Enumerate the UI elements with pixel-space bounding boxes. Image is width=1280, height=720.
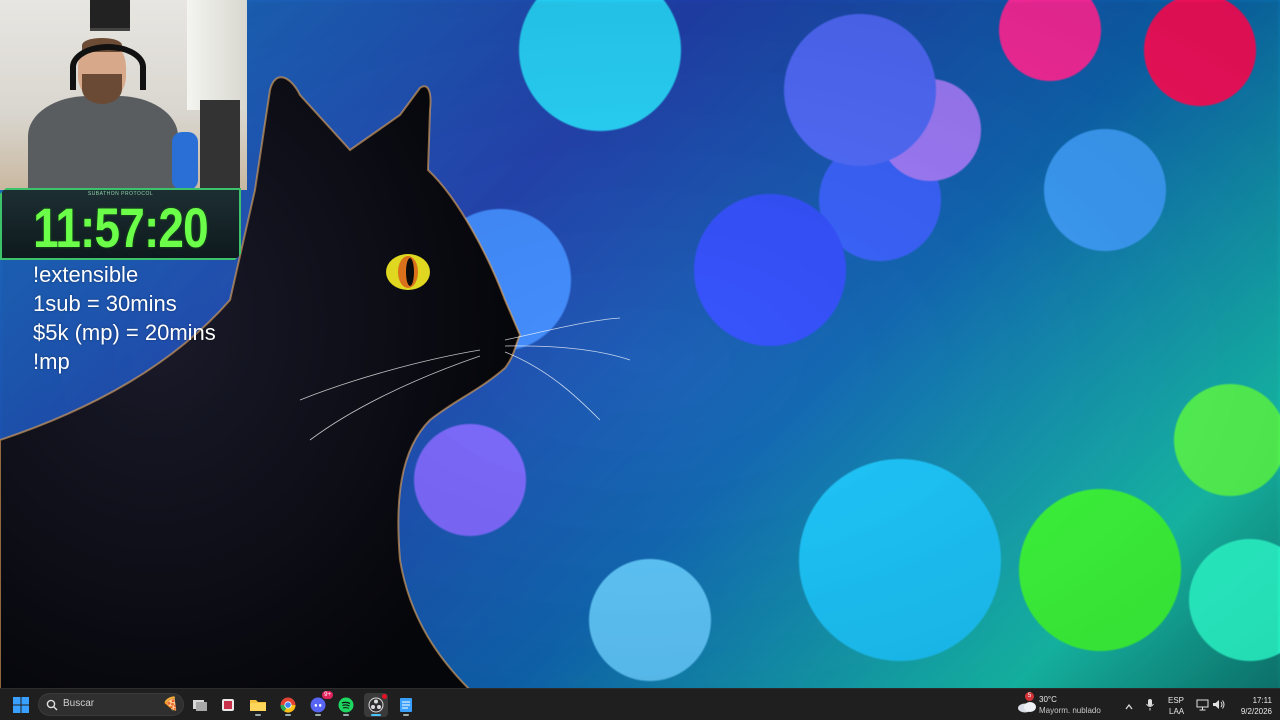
- running-indicator: [403, 714, 409, 716]
- weather-widget[interactable]: 5 30°C Mayorm. nublado: [1015, 691, 1115, 719]
- notepad-button[interactable]: [394, 693, 418, 717]
- running-indicator: [343, 714, 349, 716]
- search-input[interactable]: Buscar 🍕: [38, 693, 184, 716]
- rule-line: 1sub = 30mins: [33, 291, 177, 316]
- running-indicator: [255, 714, 261, 716]
- volume-button[interactable]: [1212, 698, 1226, 712]
- start-button[interactable]: [9, 693, 33, 717]
- obs-button[interactable]: [364, 693, 388, 717]
- language-code: ESP: [1168, 696, 1185, 705]
- microphone-icon: [172, 132, 198, 190]
- network-button[interactable]: [1196, 698, 1210, 712]
- snipping-tool-button[interactable]: [216, 693, 240, 717]
- weather-temp: 30°C: [1039, 695, 1057, 704]
- network-icon: [1196, 699, 1209, 711]
- folder-icon: [250, 700, 266, 711]
- show-hidden-icons-button[interactable]: [1124, 699, 1136, 711]
- webcam-chair: [200, 100, 240, 190]
- task-view-button[interactable]: [188, 693, 212, 717]
- snipping-tool-icon: [222, 699, 234, 711]
- microphone-tray-button[interactable]: [1145, 698, 1157, 712]
- discord-badge: 9+: [322, 691, 333, 699]
- rule-line: !mp: [33, 349, 70, 374]
- clock-date: 9/2/2026: [1240, 707, 1272, 716]
- taskbar: Buscar 🍕 9+ 5 30°C Mayorm. nublado ESP L…: [0, 688, 1280, 720]
- desktop: SUBATHON PROTOCOL 11:57:20 !extensible 1…: [0, 0, 1280, 720]
- search-placeholder: Buscar: [63, 698, 95, 709]
- obs-icon: [368, 697, 384, 713]
- subathon-timer: SUBATHON PROTOCOL 11:57:20: [0, 188, 241, 260]
- timer-value: 11:57:20: [33, 196, 208, 259]
- volume-icon: [1213, 700, 1225, 709]
- spotify-button[interactable]: [334, 693, 358, 717]
- clock[interactable]: 17:11 9/2/2026: [1232, 693, 1276, 717]
- webcam-overlay: [0, 0, 247, 190]
- discord-button[interactable]: 9+: [306, 691, 333, 717]
- headphones-icon: [70, 44, 146, 90]
- recording-dot-icon: [382, 694, 387, 699]
- webcam-tv: [90, 0, 130, 31]
- running-indicator: [371, 714, 381, 716]
- keyboard-layout: LAA: [1169, 707, 1185, 716]
- pizza-doodle-icon: 🍕: [162, 696, 179, 711]
- discord-icon: [310, 697, 326, 713]
- notepad-icon: [400, 698, 412, 712]
- windows-logo-icon: [13, 697, 29, 713]
- webcam-streamer-shirt: [28, 96, 178, 190]
- microphone-tray-icon: [1146, 699, 1154, 711]
- subathon-rules: !extensible 1sub = 30mins $5k (mp) = 20m…: [33, 260, 216, 376]
- file-explorer-button[interactable]: [246, 693, 270, 717]
- running-indicator: [315, 714, 321, 716]
- language-switcher[interactable]: ESP LAA: [1166, 693, 1188, 717]
- weather-badge: 5: [1025, 692, 1034, 701]
- chrome-icon: [280, 697, 296, 713]
- clock-time: 17:11: [1252, 696, 1272, 705]
- task-view-icon: [193, 700, 207, 711]
- webcam-window: [187, 0, 247, 110]
- search-icon: [46, 699, 58, 711]
- spotify-icon: [338, 697, 354, 713]
- rule-line: !extensible: [33, 262, 139, 287]
- weather-condition: Mayorm. nublado: [1039, 706, 1101, 715]
- running-indicator: [285, 714, 291, 716]
- rule-line: $5k (mp) = 20mins: [33, 320, 216, 345]
- chrome-button[interactable]: [276, 693, 300, 717]
- chevron-up-icon: [1125, 704, 1133, 710]
